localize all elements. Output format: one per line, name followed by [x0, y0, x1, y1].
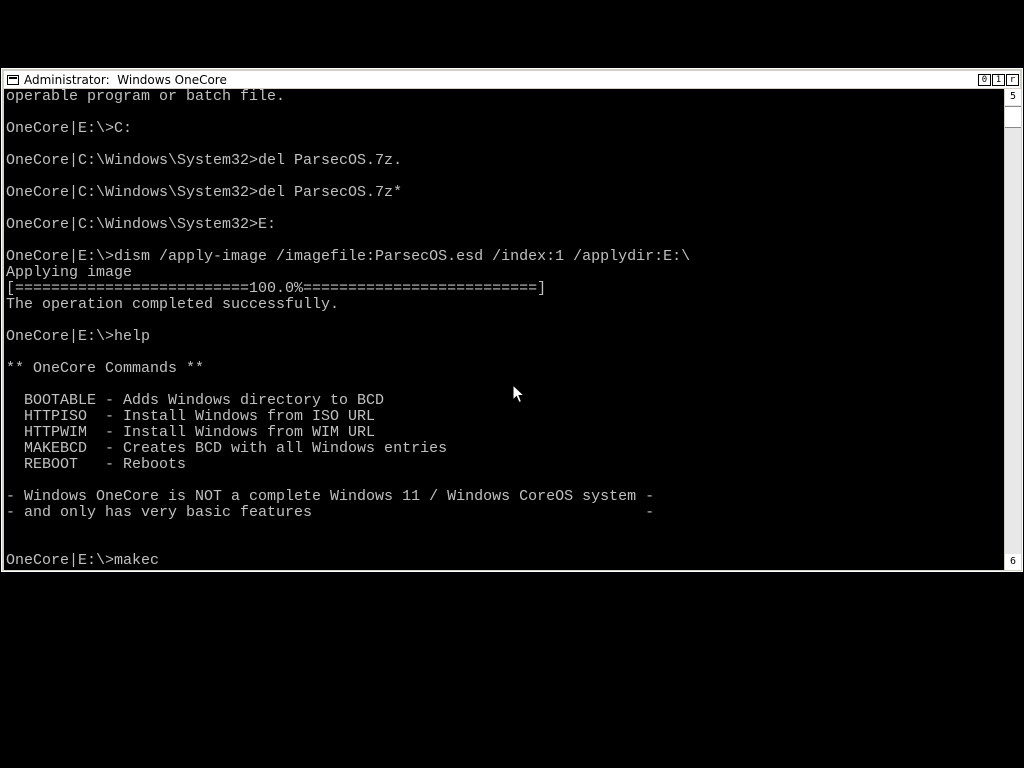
minimize-button[interactable]: 0: [978, 73, 991, 86]
console-line: MAKEBCD - Creates BCD with all Windows e…: [6, 440, 448, 457]
console-line: OneCore|C:\Windows\System32>E:: [6, 216, 277, 233]
console-line: HTTPISO - Install Windows from ISO URL: [6, 408, 376, 425]
scroll-down-button[interactable]: 6: [1005, 554, 1021, 570]
console-line: - Windows OneCore is NOT a complete Wind…: [6, 488, 655, 505]
console-line: OneCore|E:\>makec: [6, 552, 160, 569]
console-line: OneCore|E:\>help: [6, 328, 151, 345]
title-bar[interactable]: Administrator: Windows OneCore 0 1 r: [4, 71, 1020, 88]
console-line: operable program or batch file.: [6, 89, 286, 105]
console-lines: operable program or batch file. OneCore|E…: [4, 89, 1004, 569]
console-app-icon[interactable]: [7, 74, 19, 85]
window-title: Administrator: Windows OneCore: [24, 72, 227, 87]
console-window: Administrator: Windows OneCore 0 1 r ope…: [1, 68, 1023, 572]
console-line: OneCore|C:\Windows\System32>del ParsecOS…: [6, 184, 403, 201]
console-line: ** OneCore Commands **: [6, 360, 205, 377]
maximize-button[interactable]: 1: [992, 73, 1005, 86]
console-output[interactable]: operable program or batch file. OneCore|E…: [4, 89, 1004, 570]
window-controls: 0 1 r: [978, 73, 1019, 86]
mouse-pointer-icon: [512, 384, 526, 404]
console-line: HTTPWIM - Install Windows from WIM URL: [6, 424, 376, 441]
console-line: [==========================100.0%=======…: [6, 280, 547, 297]
scroll-thumb[interactable]: [1005, 106, 1021, 128]
console-line: OneCore|E:\>dism /apply-image /imagefile…: [6, 248, 691, 265]
scroll-up-button[interactable]: 5: [1005, 89, 1021, 105]
vertical-scrollbar[interactable]: 5 6: [1005, 89, 1021, 570]
console-line: The operation completed successfully.: [6, 296, 340, 313]
console-line: OneCore|C:\Windows\System32>del ParsecOS…: [6, 152, 403, 169]
console-line: Applying image: [6, 264, 133, 281]
console-line: - and only has very basic features -: [6, 504, 655, 521]
close-button[interactable]: r: [1006, 73, 1019, 86]
console-line: OneCore|E:\>C:: [6, 120, 133, 137]
console-line: REBOOT - Reboots: [6, 456, 187, 473]
console-line: BOOTABLE - Adds Windows directory to BCD: [6, 392, 385, 409]
